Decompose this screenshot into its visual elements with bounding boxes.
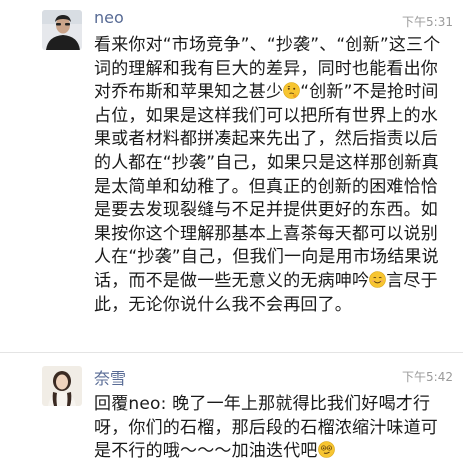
- smirking-face-icon: [317, 441, 335, 458]
- comment-text: 看来你对“市场竞争”、“抄袭”、“创新”这三个词的理解和我有巨大的差异，同时也能…: [94, 34, 450, 317]
- timestamp: 下午5:31: [402, 15, 453, 29]
- comment-text: 回覆neo: 晚了一年上那就得比我们好喝才行呀，你们的石榴，那后段的石榴浓缩汁味…: [94, 393, 450, 462]
- avatar[interactable]: [42, 366, 82, 406]
- author-name[interactable]: neo: [94, 8, 124, 27]
- timestamp: 下午5:42: [402, 370, 453, 384]
- comment-text-segment: “创新”不是抢时间占位，如果是这样我们可以把所有世界上的水果或者材料都拼凑起来先…: [94, 82, 439, 291]
- avatar[interactable]: [42, 10, 82, 50]
- comment-post: 奈雪 下午5:42 回覆neo: 晚了一年上那就得比我们好喝才行呀，你们的石榴，…: [0, 352, 463, 462]
- moments-comment-thread: neo 下午5:31 看来你对“市场竞争”、“抄袭”、“创新”这三个词的理解和我…: [0, 0, 463, 462]
- comment-text-segment: 回覆neo: 晚了一年上那就得比我们好喝才行呀，你们的石榴，那后段的石榴浓缩汁味…: [94, 394, 438, 462]
- thinking-face-icon: [283, 82, 301, 99]
- author-name[interactable]: 奈雪: [94, 365, 126, 389]
- smiling-face-icon: [369, 271, 387, 288]
- comment-post: neo 下午5:31 看来你对“市场竞争”、“抄袭”、“创新”这三个词的理解和我…: [0, 0, 463, 352]
